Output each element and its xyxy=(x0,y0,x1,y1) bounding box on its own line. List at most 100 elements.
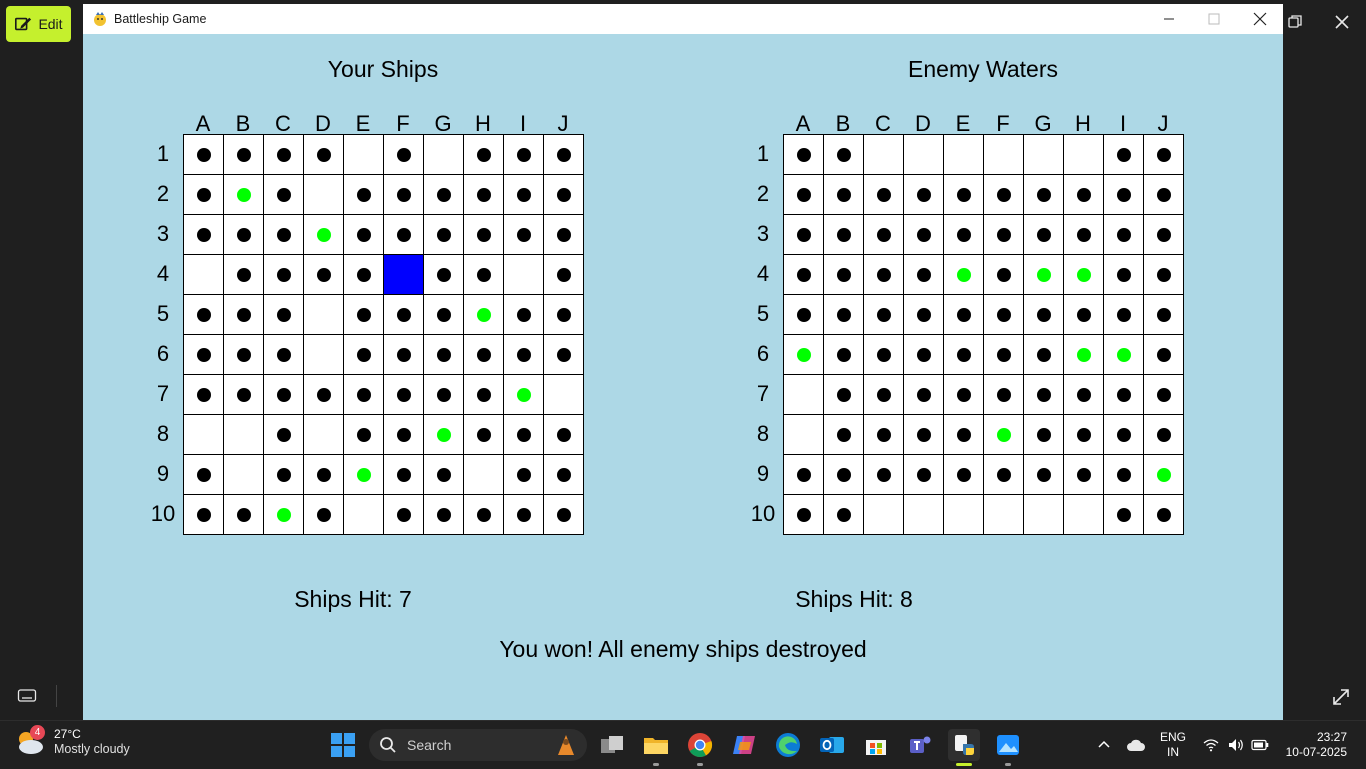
player-cell-D8[interactable] xyxy=(304,415,344,455)
enemy-cell-B6[interactable] xyxy=(824,335,864,375)
enemy-cell-G6[interactable] xyxy=(1024,335,1064,375)
enemy-cell-G2[interactable] xyxy=(1024,175,1064,215)
enemy-cell-H2[interactable] xyxy=(1064,175,1104,215)
enemy-cell-H7[interactable] xyxy=(1064,375,1104,415)
enemy-cell-B10[interactable] xyxy=(824,495,864,535)
chevron-up-icon[interactable] xyxy=(1097,738,1111,750)
expand-icon[interactable] xyxy=(1331,687,1351,707)
player-cell-E3[interactable] xyxy=(344,215,384,255)
player-cell-F2[interactable] xyxy=(384,175,424,215)
enemy-cell-J2[interactable] xyxy=(1144,175,1184,215)
player-cell-H4[interactable] xyxy=(464,255,504,295)
enemy-cell-C2[interactable] xyxy=(864,175,904,215)
player-cell-B5[interactable] xyxy=(224,295,264,335)
player-cell-I10[interactable] xyxy=(504,495,544,535)
player-cell-H6[interactable] xyxy=(464,335,504,375)
volume-icon[interactable] xyxy=(1227,737,1245,753)
player-cell-H5[interactable] xyxy=(464,295,504,335)
enemy-cell-E8[interactable] xyxy=(944,415,984,455)
player-cell-I5[interactable] xyxy=(504,295,544,335)
player-cell-J8[interactable] xyxy=(544,415,584,455)
enemy-cell-F3[interactable] xyxy=(984,215,1024,255)
restore-icon[interactable] xyxy=(1287,14,1303,30)
enemy-cell-G3[interactable] xyxy=(1024,215,1064,255)
enemy-cell-H6[interactable] xyxy=(1064,335,1104,375)
enemy-cell-G10[interactable] xyxy=(1024,495,1064,535)
enemy-cell-A5[interactable] xyxy=(784,295,824,335)
enemy-cell-F10[interactable] xyxy=(984,495,1024,535)
player-cell-I4[interactable] xyxy=(504,255,544,295)
player-cell-D10[interactable] xyxy=(304,495,344,535)
enemy-cell-H8[interactable] xyxy=(1064,415,1104,455)
enemy-cell-I10[interactable] xyxy=(1104,495,1144,535)
enemy-cell-A9[interactable] xyxy=(784,455,824,495)
enemy-cell-C4[interactable] xyxy=(864,255,904,295)
player-cell-E4[interactable] xyxy=(344,255,384,295)
player-cell-F5[interactable] xyxy=(384,295,424,335)
photos-button[interactable] xyxy=(992,729,1024,766)
chrome-button[interactable] xyxy=(684,729,716,766)
player-cell-F1[interactable] xyxy=(384,135,424,175)
minimize-button[interactable] xyxy=(1146,4,1192,34)
player-cell-F4[interactable] xyxy=(384,255,424,295)
enemy-cell-F2[interactable] xyxy=(984,175,1024,215)
enemy-cell-D2[interactable] xyxy=(904,175,944,215)
player-cell-E7[interactable] xyxy=(344,375,384,415)
enemy-cell-E6[interactable] xyxy=(944,335,984,375)
player-cell-G5[interactable] xyxy=(424,295,464,335)
player-cell-C3[interactable] xyxy=(264,215,304,255)
enemy-cell-B8[interactable] xyxy=(824,415,864,455)
enemy-cell-H9[interactable] xyxy=(1064,455,1104,495)
enemy-cell-E5[interactable] xyxy=(944,295,984,335)
player-cell-I3[interactable] xyxy=(504,215,544,255)
player-cell-A9[interactable] xyxy=(184,455,224,495)
player-cell-H7[interactable] xyxy=(464,375,504,415)
player-cell-D9[interactable] xyxy=(304,455,344,495)
player-cell-C7[interactable] xyxy=(264,375,304,415)
player-cell-G1[interactable] xyxy=(424,135,464,175)
enemy-cell-J6[interactable] xyxy=(1144,335,1184,375)
player-cell-J2[interactable] xyxy=(544,175,584,215)
player-cell-C9[interactable] xyxy=(264,455,304,495)
enemy-cell-J8[interactable] xyxy=(1144,415,1184,455)
enemy-cell-C8[interactable] xyxy=(864,415,904,455)
enemy-cell-B3[interactable] xyxy=(824,215,864,255)
player-cell-C6[interactable] xyxy=(264,335,304,375)
enemy-cell-D9[interactable] xyxy=(904,455,944,495)
player-cell-J3[interactable] xyxy=(544,215,584,255)
player-cell-J10[interactable] xyxy=(544,495,584,535)
player-cell-G7[interactable] xyxy=(424,375,464,415)
player-cell-E6[interactable] xyxy=(344,335,384,375)
player-cell-H10[interactable] xyxy=(464,495,504,535)
enemy-cell-F5[interactable] xyxy=(984,295,1024,335)
enemy-cell-E7[interactable] xyxy=(944,375,984,415)
enemy-cell-I4[interactable] xyxy=(1104,255,1144,295)
close-button[interactable] xyxy=(1237,4,1283,34)
enemy-cell-I3[interactable] xyxy=(1104,215,1144,255)
player-cell-F8[interactable] xyxy=(384,415,424,455)
player-cell-F3[interactable] xyxy=(384,215,424,255)
player-cell-C2[interactable] xyxy=(264,175,304,215)
player-cell-D4[interactable] xyxy=(304,255,344,295)
player-cell-G8[interactable] xyxy=(424,415,464,455)
player-cell-A5[interactable] xyxy=(184,295,224,335)
close-icon[interactable] xyxy=(1333,13,1351,31)
enemy-cell-C1[interactable] xyxy=(864,135,904,175)
player-cell-I2[interactable] xyxy=(504,175,544,215)
enemy-cell-A8[interactable] xyxy=(784,415,824,455)
player-cell-B9[interactable] xyxy=(224,455,264,495)
taskbar-clock[interactable]: 23:27 10-07-2025 xyxy=(1286,730,1347,760)
player-cell-A10[interactable] xyxy=(184,495,224,535)
enemy-cell-A1[interactable] xyxy=(784,135,824,175)
player-cell-B1[interactable] xyxy=(224,135,264,175)
player-cell-E10[interactable] xyxy=(344,495,384,535)
enemy-cell-D1[interactable] xyxy=(904,135,944,175)
player-cell-D6[interactable] xyxy=(304,335,344,375)
player-cell-A3[interactable] xyxy=(184,215,224,255)
player-cell-D7[interactable] xyxy=(304,375,344,415)
player-cell-I9[interactable] xyxy=(504,455,544,495)
copilot-button[interactable] xyxy=(728,729,760,761)
enemy-cell-B4[interactable] xyxy=(824,255,864,295)
enemy-cell-H4[interactable] xyxy=(1064,255,1104,295)
start-button[interactable] xyxy=(327,729,359,761)
